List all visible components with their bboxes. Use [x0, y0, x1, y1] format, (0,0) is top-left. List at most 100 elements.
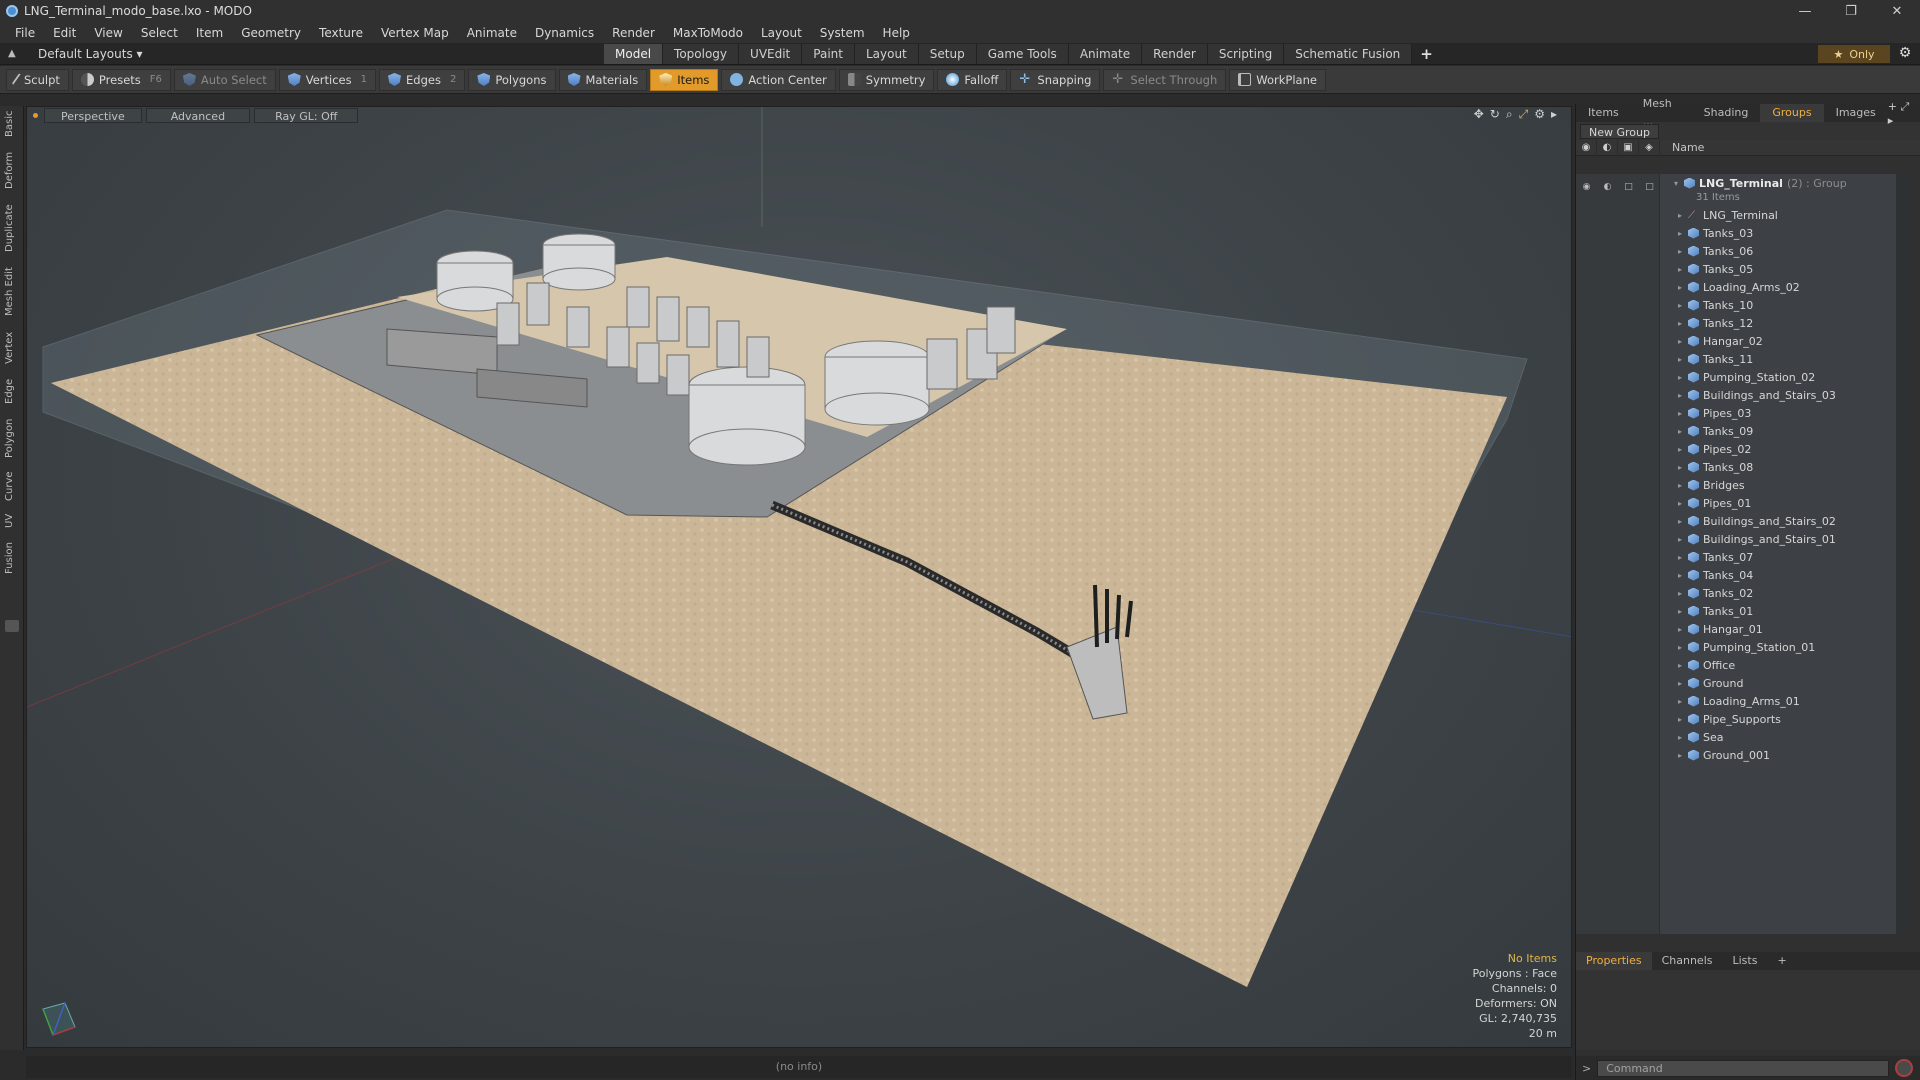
tree-item-row[interactable]: ▸ Ground — [1660, 674, 1908, 692]
lock-col-icon[interactable]: ▣ — [1618, 139, 1639, 156]
tab-model[interactable]: Model — [604, 44, 664, 64]
tree-item-row[interactable]: ▸ Tanks_04 — [1660, 566, 1908, 584]
symmetry-button[interactable]: Symmetry — [838, 68, 935, 91]
tree-item-row[interactable]: ▸ Buildings_and_Stairs_02 — [1660, 512, 1908, 530]
expand-arrow-icon[interactable]: ▸ — [1678, 319, 1688, 328]
expand-arrow-icon[interactable]: ▸ — [1678, 751, 1688, 760]
tree-item-row[interactable]: ▸ Bridges — [1660, 476, 1908, 494]
menu-help[interactable]: Help — [874, 26, 919, 40]
zoom-icon[interactable]: ⌕ — [1506, 107, 1513, 122]
lock-toggle-icon[interactable]: □ — [1618, 180, 1639, 194]
tab-channels[interactable]: Channels — [1652, 952, 1723, 970]
menu-view[interactable]: View — [85, 26, 131, 40]
3d-viewport[interactable]: Perspective Advanced Ray GL: Off ✥ ↻ ⌕ ⤢… — [26, 106, 1572, 1048]
pan-icon[interactable]: ✥ — [1474, 107, 1484, 122]
menu-system[interactable]: System — [811, 26, 874, 40]
expand-arrow-icon[interactable]: ▸ — [1678, 553, 1688, 562]
tree-item-row[interactable]: ▸ Pumping_Station_01 — [1660, 638, 1908, 656]
tree-item-row[interactable]: ▸ Hangar_02 — [1660, 332, 1908, 350]
advanced-button[interactable]: Advanced — [145, 107, 251, 123]
expand-arrow-icon[interactable]: ▸ — [1678, 337, 1688, 346]
expand-arrow-icon[interactable]: ▸ — [1678, 535, 1688, 544]
auto-select-button[interactable]: Auto Select — [173, 68, 276, 91]
expand-arrow-icon[interactable]: ▸ — [1678, 589, 1688, 598]
tree-item-row[interactable]: ▸ Tanks_09 — [1660, 422, 1908, 440]
expand-arrow-icon[interactable]: ▸ — [1678, 607, 1688, 616]
tab-game-tools[interactable]: Game Tools — [976, 44, 1069, 64]
expand-arrow-icon[interactable]: ▸ — [1678, 427, 1688, 436]
tree-item-row[interactable]: ▸ Tanks_11 — [1660, 350, 1908, 368]
tree-item-row[interactable]: ▸ Sea — [1660, 728, 1908, 746]
rotate-icon[interactable]: ↻ — [1490, 107, 1500, 122]
tree-item-row[interactable]: ▸ Tanks_07 — [1660, 548, 1908, 566]
expand-arrow-icon[interactable]: ▸ — [1678, 445, 1688, 454]
vtab-uv[interactable]: UV — [4, 510, 20, 532]
expand-arrow-icon[interactable]: ▸ — [1678, 643, 1688, 652]
add-properties-tab-button[interactable]: + — [1767, 952, 1796, 970]
polygons-button[interactable]: Polygons — [468, 68, 556, 91]
new-group-button[interactable]: New Group — [1580, 123, 1659, 139]
minimize-button[interactable]: — — [1782, 0, 1828, 22]
expand-arrow-icon[interactable]: ▸ — [1551, 107, 1557, 122]
tree-item-row[interactable]: ▸ Ground_001 — [1660, 746, 1908, 764]
tab-paint[interactable]: Paint — [802, 44, 855, 64]
tree-item-row[interactable]: ▸ Hangar_01 — [1660, 620, 1908, 638]
expand-arrow-icon[interactable]: ▸ — [1678, 733, 1688, 742]
vtab-vertex[interactable]: Vertex — [4, 328, 20, 368]
snapping-button[interactable]: ✛ Snapping — [1010, 68, 1101, 91]
expand-arrow-icon[interactable]: ▸ — [1678, 571, 1688, 580]
maximize-button[interactable]: ❐ — [1828, 0, 1874, 22]
expand-arrow-icon[interactable]: ▸ — [1678, 679, 1688, 688]
menu-dynamics[interactable]: Dynamics — [526, 26, 603, 40]
vtab-polygon[interactable]: Polygon — [4, 414, 20, 462]
tree-item-row[interactable]: ▸ Loading_Arms_02 — [1660, 278, 1908, 296]
tab-schematic-fusion[interactable]: Schematic Fusion — [1284, 44, 1413, 64]
menu-animate[interactable]: Animate — [458, 26, 526, 40]
menu-item[interactable]: Item — [187, 26, 232, 40]
expand-arrow-icon[interactable]: ▸ — [1678, 481, 1688, 490]
tree-item-row[interactable]: ▸ Tanks_01 — [1660, 602, 1908, 620]
tree-item-row[interactable]: ▸ Office — [1660, 656, 1908, 674]
workplane-button[interactable]: WorkPlane — [1229, 68, 1326, 91]
vtab-edge[interactable]: Edge — [4, 374, 20, 408]
menu-edit[interactable]: Edit — [44, 26, 85, 40]
expand-arrow-icon[interactable]: ▸ — [1678, 409, 1688, 418]
materials-button[interactable]: Materials — [558, 68, 648, 91]
select-through-button[interactable]: ✛ Select Through — [1103, 68, 1227, 91]
vtab-basic[interactable]: Basic — [4, 108, 20, 140]
menu-render[interactable]: Render — [603, 26, 664, 40]
expand-arrow-icon[interactable]: ▸ — [1678, 391, 1688, 400]
edges-button[interactable]: Edges 2 — [379, 68, 466, 91]
tree-item-row[interactable]: ▸ Tanks_02 — [1660, 584, 1908, 602]
tab-uvedit[interactable]: UVEdit — [739, 44, 803, 64]
tree-item-row[interactable]: ▸ ⟋ LNG_Terminal — [1660, 206, 1908, 224]
menu-file[interactable]: File — [6, 26, 44, 40]
select-col-icon[interactable]: ◈ — [1639, 139, 1660, 156]
panel-expand-icon[interactable]: + ⤢ ▸ — [1888, 100, 1920, 127]
tree-item-row[interactable]: ▸ Tanks_03 — [1660, 224, 1908, 242]
menu-geometry[interactable]: Geometry — [232, 26, 310, 40]
menu-maxtomodo[interactable]: MaxToModo — [664, 26, 752, 40]
visibility-col-icon[interactable]: ◉ — [1576, 139, 1597, 156]
tree-item-row[interactable]: ▸ Tanks_10 — [1660, 296, 1908, 314]
tree-item-row[interactable]: ▸ Tanks_08 — [1660, 458, 1908, 476]
expand-arrow-icon[interactable]: ▸ — [1678, 265, 1688, 274]
name-column-header[interactable]: Name — [1660, 141, 1704, 154]
tab-items[interactable]: Items — [1576, 104, 1631, 122]
collapse-arrow-icon[interactable]: ▾ — [1674, 179, 1684, 188]
vtab-duplicate[interactable]: Duplicate — [4, 200, 20, 256]
perspective-button[interactable]: Perspective — [44, 107, 142, 123]
items-button[interactable]: Items — [650, 68, 719, 91]
expand-arrow-icon[interactable]: ▸ — [1678, 661, 1688, 670]
viewport-settings-icon[interactable]: ⚙ — [1534, 107, 1545, 122]
tree-item-row[interactable]: ▸ Pipes_01 — [1660, 494, 1908, 512]
expand-arrow-icon[interactable]: ▸ — [1678, 283, 1688, 292]
tab-properties[interactable]: Properties — [1576, 952, 1652, 970]
menu-vertex-map[interactable]: Vertex Map — [372, 26, 458, 40]
layout-switch-icon[interactable]: ▲ — [8, 48, 22, 59]
sculpt-button[interactable]: Sculpt — [6, 68, 69, 91]
add-tab-button[interactable]: + — [1412, 44, 1441, 64]
close-button[interactable]: ✕ — [1874, 0, 1920, 22]
expand-arrow-icon[interactable]: ▸ — [1678, 229, 1688, 238]
expand-arrow-icon[interactable]: ▸ — [1678, 463, 1688, 472]
